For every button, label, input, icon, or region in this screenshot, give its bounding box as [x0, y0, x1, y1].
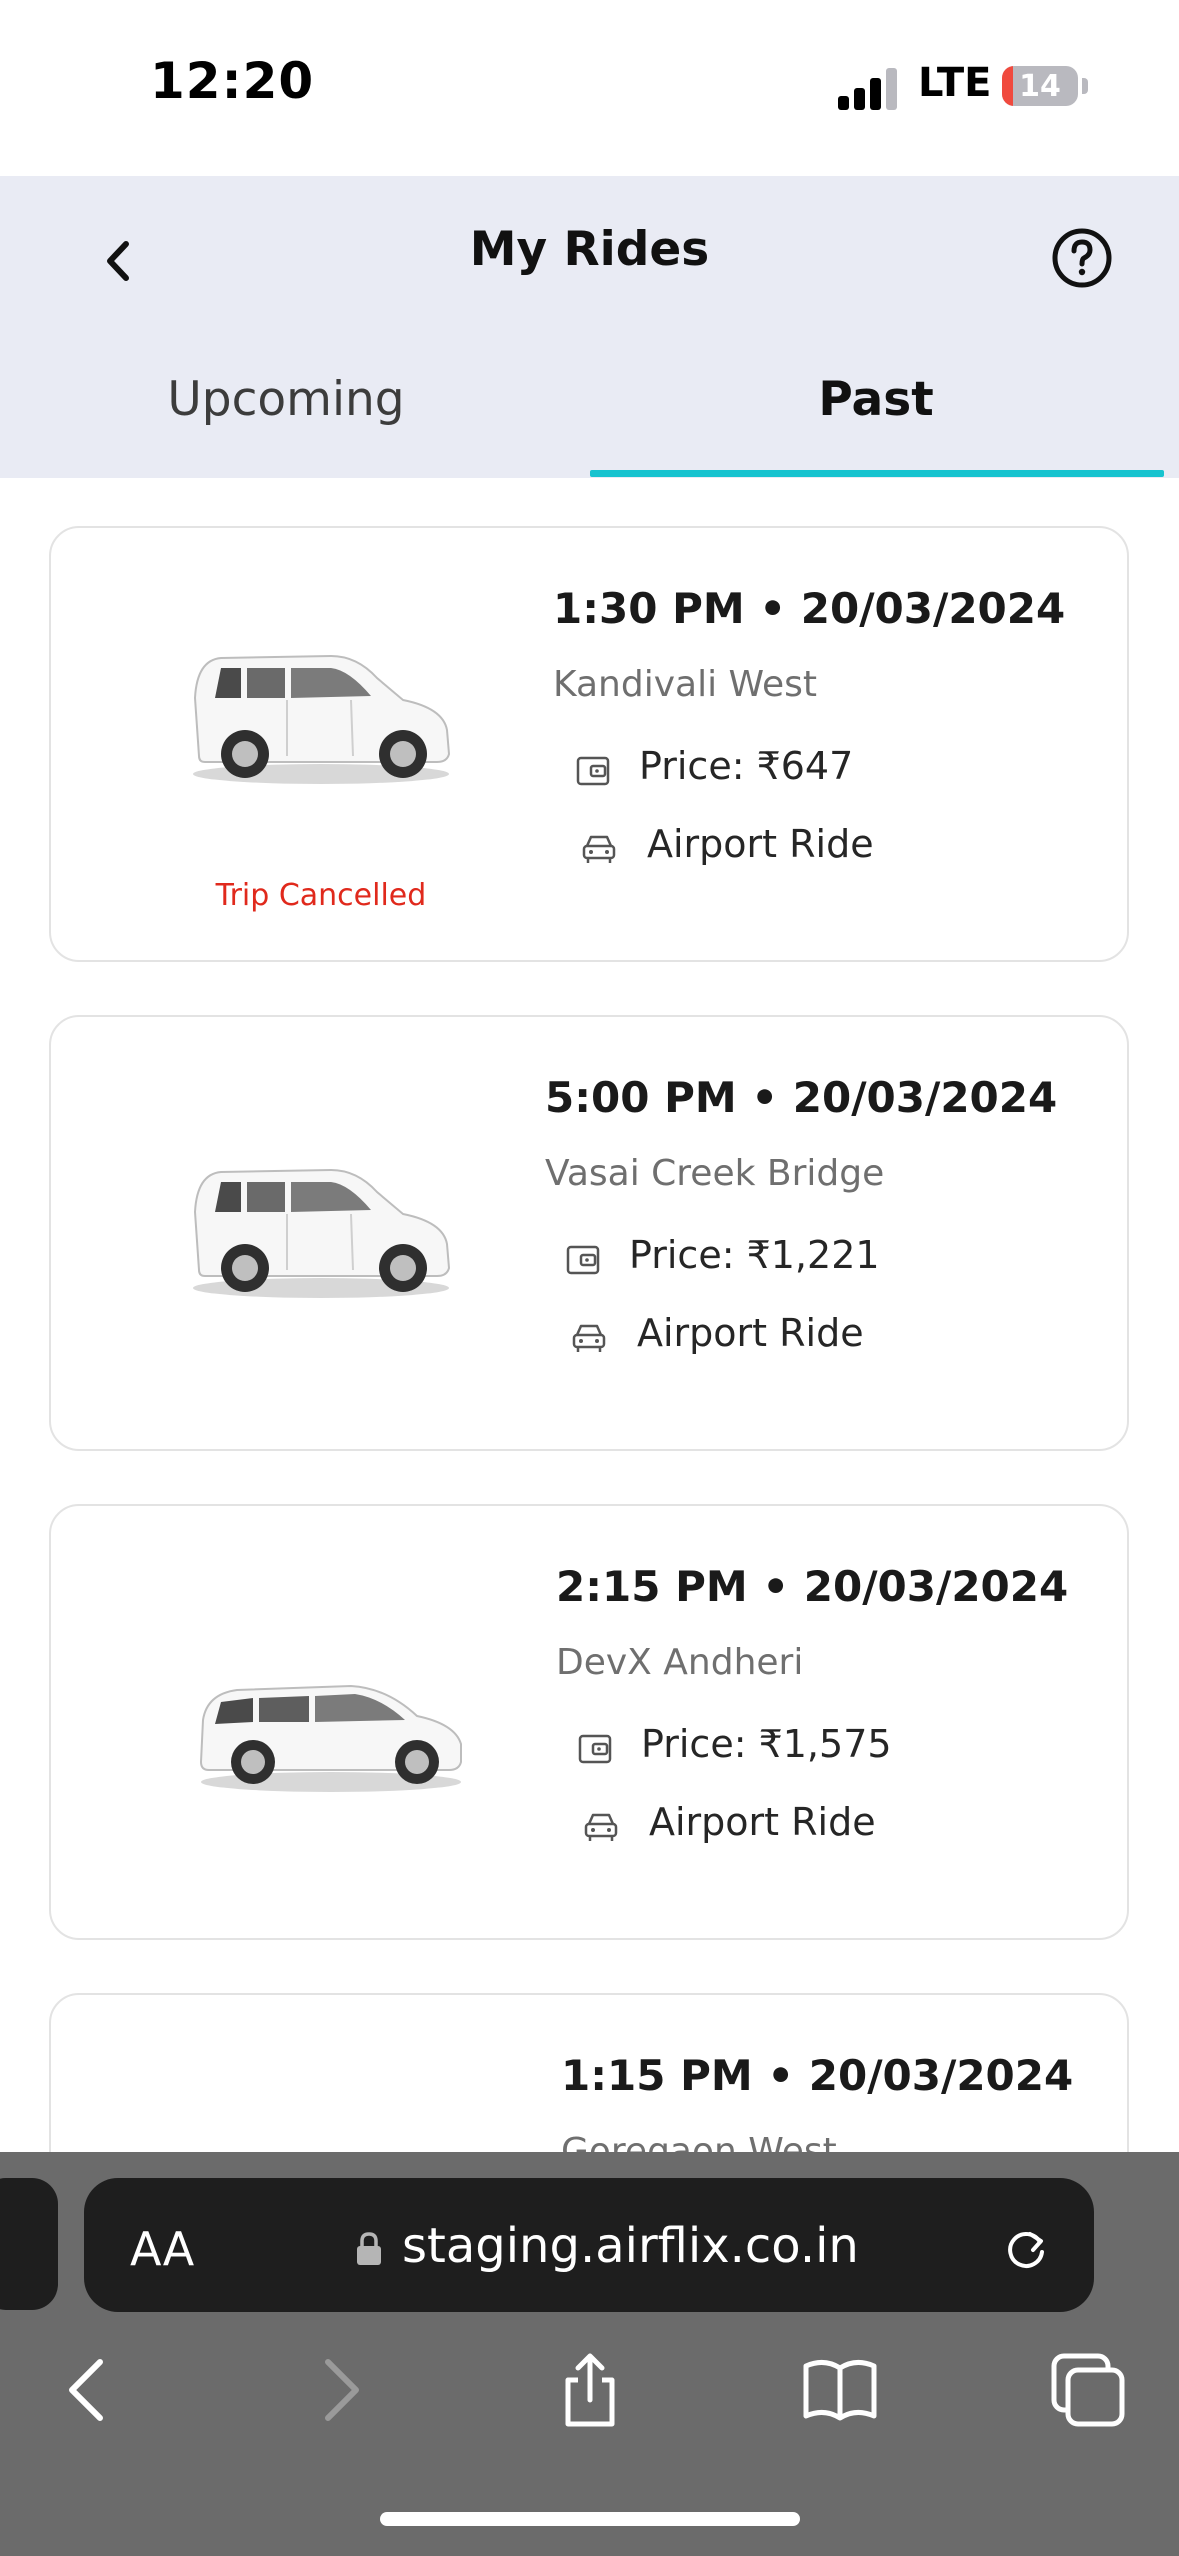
- rides-header: My Rides Upcoming Past: [0, 176, 1179, 478]
- trip-status: Trip Cancelled: [215, 878, 427, 913]
- ride-type: Airport Ride: [649, 1800, 876, 1844]
- cellular-signal-icon: [838, 66, 900, 110]
- ride-price: Price: ₹647: [639, 744, 854, 788]
- battery-icon: 14: [1002, 66, 1078, 106]
- ride-price: Price: ₹1,575: [641, 1722, 892, 1766]
- address-bar[interactable]: AA staging.airflix.co.in: [84, 2178, 1094, 2312]
- lock-icon: [357, 2232, 381, 2265]
- url-text[interactable]: staging.airflix.co.in: [402, 2218, 859, 2274]
- car-hatchback-image: [181, 1152, 461, 1302]
- battery-percent: 14: [1019, 69, 1061, 104]
- cab-icon: [581, 1806, 621, 1846]
- status-time: 12:20: [150, 52, 315, 110]
- ride-datetime: 1:15 PM • 20/03/2024: [561, 2051, 1074, 2100]
- ride-location: Vasai Creek Bridge: [545, 1153, 885, 1194]
- network-type: LTE: [918, 60, 992, 106]
- question-circle-icon: [1052, 228, 1112, 288]
- ride-datetime: 2:15 PM • 20/03/2024: [556, 1562, 1069, 1611]
- ride-card[interactable]: 5:00 PM • 20/03/2024 Vasai Creek Bridge …: [49, 1015, 1129, 1451]
- car-hatchback-image: [181, 638, 461, 788]
- previous-tab-preview[interactable]: [0, 2178, 58, 2310]
- help-button[interactable]: [1050, 226, 1114, 290]
- home-indicator[interactable]: [380, 2512, 800, 2526]
- tab-upcoming[interactable]: Upcoming: [76, 372, 496, 427]
- battery-nub: [1082, 78, 1088, 94]
- ride-price: Price: ₹1,221: [629, 1233, 880, 1277]
- ride-datetime: 1:30 PM • 20/03/2024: [553, 584, 1066, 633]
- share-icon[interactable]: [550, 2350, 630, 2430]
- car-mpv-image: [181, 1646, 481, 1796]
- tab-past[interactable]: Past: [666, 372, 1086, 427]
- ride-card[interactable]: Trip Cancelled 1:30 PM • 20/03/2024 Kand…: [49, 526, 1129, 962]
- active-tab-indicator: [590, 470, 1164, 477]
- ride-datetime: 5:00 PM • 20/03/2024: [545, 1073, 1058, 1122]
- wallet-icon: [573, 750, 613, 790]
- text-size-button[interactable]: AA: [130, 2222, 194, 2276]
- ride-card[interactable]: 2:15 PM • 20/03/2024 DevX Andheri Price:…: [49, 1504, 1129, 1940]
- ride-location: Kandivali West: [553, 664, 818, 705]
- tabs-icon[interactable]: [1048, 2350, 1128, 2430]
- reload-icon[interactable]: [1000, 2222, 1052, 2274]
- forward-icon[interactable]: [300, 2350, 380, 2430]
- back-icon[interactable]: [48, 2350, 128, 2430]
- cab-icon: [579, 828, 619, 868]
- cab-icon: [569, 1317, 609, 1357]
- status-bar: 12:20 LTE 14: [0, 0, 1179, 176]
- browser-toolbar: AA staging.airflix.co.in: [0, 2152, 1179, 2556]
- ride-type: Airport Ride: [637, 1311, 864, 1355]
- bookmarks-icon[interactable]: [800, 2350, 880, 2430]
- page-title: My Rides: [469, 222, 710, 277]
- ride-location: DevX Andheri: [556, 1642, 804, 1683]
- wallet-icon: [575, 1728, 615, 1768]
- ride-type: Airport Ride: [647, 822, 874, 866]
- wallet-icon: [563, 1239, 603, 1279]
